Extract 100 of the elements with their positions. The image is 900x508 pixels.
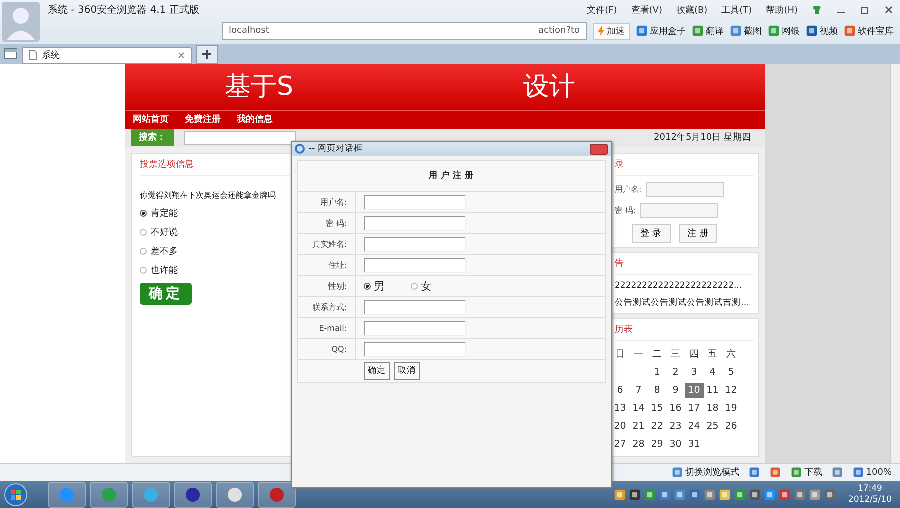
input-field[interactable] bbox=[646, 182, 724, 197]
menu-item[interactable]: 工具(T) bbox=[722, 4, 752, 16]
weekday-label: 三 bbox=[670, 348, 682, 362]
calendar-day[interactable]: 17 bbox=[685, 401, 704, 416]
menu-item[interactable]: 查看(V) bbox=[631, 4, 662, 16]
calendar-day[interactable]: 30 bbox=[666, 437, 685, 452]
dialog-button[interactable]: 取消 bbox=[394, 362, 420, 380]
login-button[interactable]: 登 录 bbox=[632, 224, 670, 243]
toolbar-link[interactable]: 网银 bbox=[782, 24, 800, 38]
close-button[interactable] bbox=[590, 144, 608, 154]
calendar-day[interactable]: 15 bbox=[648, 401, 666, 416]
menu-item[interactable]: 帮助(H) bbox=[766, 4, 798, 16]
tray-icon bbox=[824, 489, 836, 501]
input-field[interactable] bbox=[364, 300, 466, 314]
nav-link[interactable]: 免费注册 bbox=[185, 113, 221, 126]
radio-button[interactable] bbox=[364, 282, 371, 290]
mode-link[interactable]: 切换浏览模式 bbox=[685, 466, 740, 479]
taskbar-app[interactable] bbox=[258, 482, 296, 508]
app-icon bbox=[58, 486, 76, 504]
calendar-day[interactable]: 6 bbox=[611, 383, 630, 398]
calendar-day[interactable]: 27 bbox=[611, 437, 630, 452]
calendar-day[interactable]: 22 bbox=[648, 419, 666, 434]
close-icon[interactable] bbox=[178, 52, 185, 59]
calendar-day[interactable]: 12 bbox=[722, 383, 740, 398]
calendar-day[interactable]: 25 bbox=[704, 419, 722, 434]
calendar-day[interactable]: 14 bbox=[630, 401, 648, 416]
input-field[interactable] bbox=[364, 342, 466, 356]
calendar-day[interactable]: 19 bbox=[722, 401, 740, 416]
calendar-day[interactable]: 8 bbox=[648, 383, 666, 398]
date-text: 2012年5月10日 星期四 bbox=[654, 132, 751, 144]
calendar-day[interactable]: 13 bbox=[611, 401, 630, 416]
radio-button[interactable] bbox=[140, 267, 147, 274]
menu-item[interactable]: 文件(F) bbox=[587, 4, 618, 16]
start-button-icon[interactable] bbox=[4, 483, 28, 507]
input-field[interactable] bbox=[364, 194, 466, 210]
close-icon[interactable] bbox=[884, 5, 894, 15]
scrollbar[interactable] bbox=[890, 64, 900, 463]
calendar-day[interactable]: 20 bbox=[611, 419, 630, 434]
input-field[interactable] bbox=[640, 203, 718, 218]
shirt-icon[interactable] bbox=[812, 5, 822, 15]
maximize-icon[interactable] bbox=[860, 5, 870, 15]
toolbar-link[interactable]: 软件宝库 bbox=[858, 24, 894, 38]
calendar-day[interactable]: 5 bbox=[722, 365, 740, 380]
radio-button[interactable] bbox=[411, 282, 418, 290]
calendar-day[interactable]: 29 bbox=[648, 437, 666, 452]
sidebar-toggle-icon[interactable] bbox=[4, 47, 18, 61]
taskbar-app[interactable] bbox=[216, 482, 254, 508]
calendar-day[interactable]: 31 bbox=[685, 437, 704, 452]
login-button[interactable]: 注 册 bbox=[678, 224, 718, 243]
tray-icon bbox=[764, 489, 776, 501]
calendar-day[interactable]: 23 bbox=[666, 419, 685, 434]
app-icon bbox=[142, 486, 160, 504]
address-field[interactable]: localhost action?to bbox=[222, 22, 587, 40]
calendar-day[interactable]: 9 bbox=[666, 383, 685, 398]
user-avatar-icon[interactable] bbox=[2, 2, 40, 42]
menu-item[interactable]: 收藏(B) bbox=[676, 4, 708, 16]
submit-button[interactable]: 确定 bbox=[140, 283, 192, 305]
radio-button[interactable] bbox=[140, 210, 147, 217]
calendar-day[interactable]: 21 bbox=[630, 419, 648, 434]
calendar-day[interactable]: 26 bbox=[722, 419, 740, 434]
clock[interactable]: 17:49 2012/5/10 bbox=[840, 484, 900, 506]
toolbar-link[interactable]: 截图 bbox=[744, 24, 762, 38]
calendar-day[interactable]: 3 bbox=[685, 365, 704, 380]
calendar-day[interactable]: 4 bbox=[704, 365, 722, 380]
calendar-day[interactable]: 10 bbox=[685, 383, 704, 398]
download-link[interactable]: 下载 bbox=[804, 466, 822, 479]
taskbar-app[interactable] bbox=[174, 482, 212, 508]
nav-link[interactable]: 网站首页 bbox=[133, 113, 169, 126]
tray-icon bbox=[659, 489, 672, 501]
calendar-day[interactable]: 28 bbox=[630, 437, 648, 452]
search-field[interactable] bbox=[184, 130, 296, 145]
calendar-day[interactable]: 7 bbox=[630, 383, 648, 398]
toolbar-link[interactable]: 翻译 bbox=[706, 24, 724, 38]
calendar-day[interactable]: 1 bbox=[648, 365, 666, 380]
tray-icon bbox=[704, 489, 716, 501]
toolbar-app-icon bbox=[730, 25, 742, 37]
input-field[interactable] bbox=[364, 236, 466, 252]
notice-link[interactable]: 2222222222222222222222... bbox=[615, 281, 754, 291]
input-field[interactable] bbox=[364, 258, 466, 272]
calendar-day[interactable]: 24 bbox=[685, 419, 704, 434]
zoom-level[interactable]: 100% bbox=[866, 468, 892, 478]
input-field[interactable] bbox=[364, 216, 466, 230]
radio-button[interactable] bbox=[140, 229, 147, 236]
nav-link[interactable]: 我的信息 bbox=[237, 113, 273, 126]
browser-tab[interactable]: 系统 bbox=[22, 47, 192, 64]
dialog-button[interactable]: 确定 bbox=[364, 362, 390, 380]
input-field[interactable] bbox=[364, 320, 466, 336]
calendar-day[interactable]: 11 bbox=[704, 383, 722, 398]
calendar-day[interactable]: 16 bbox=[666, 401, 685, 416]
radio-button[interactable] bbox=[140, 248, 147, 255]
speedup-button[interactable]: 加速 bbox=[593, 22, 630, 40]
weekday-label: 二 bbox=[651, 348, 664, 362]
calendar-day[interactable]: 2 bbox=[666, 365, 685, 380]
download-icon bbox=[791, 467, 802, 478]
notice-link[interactable]: 公告测试公告测试公告测试吉测… bbox=[615, 297, 754, 309]
new-tab-icon[interactable] bbox=[196, 45, 218, 64]
calendar-day[interactable]: 18 bbox=[704, 401, 722, 416]
toolbar-link[interactable]: 应用盒子 bbox=[650, 24, 686, 38]
toolbar-link[interactable]: 视频 bbox=[820, 24, 838, 38]
weekday-label: 日 bbox=[614, 348, 626, 362]
